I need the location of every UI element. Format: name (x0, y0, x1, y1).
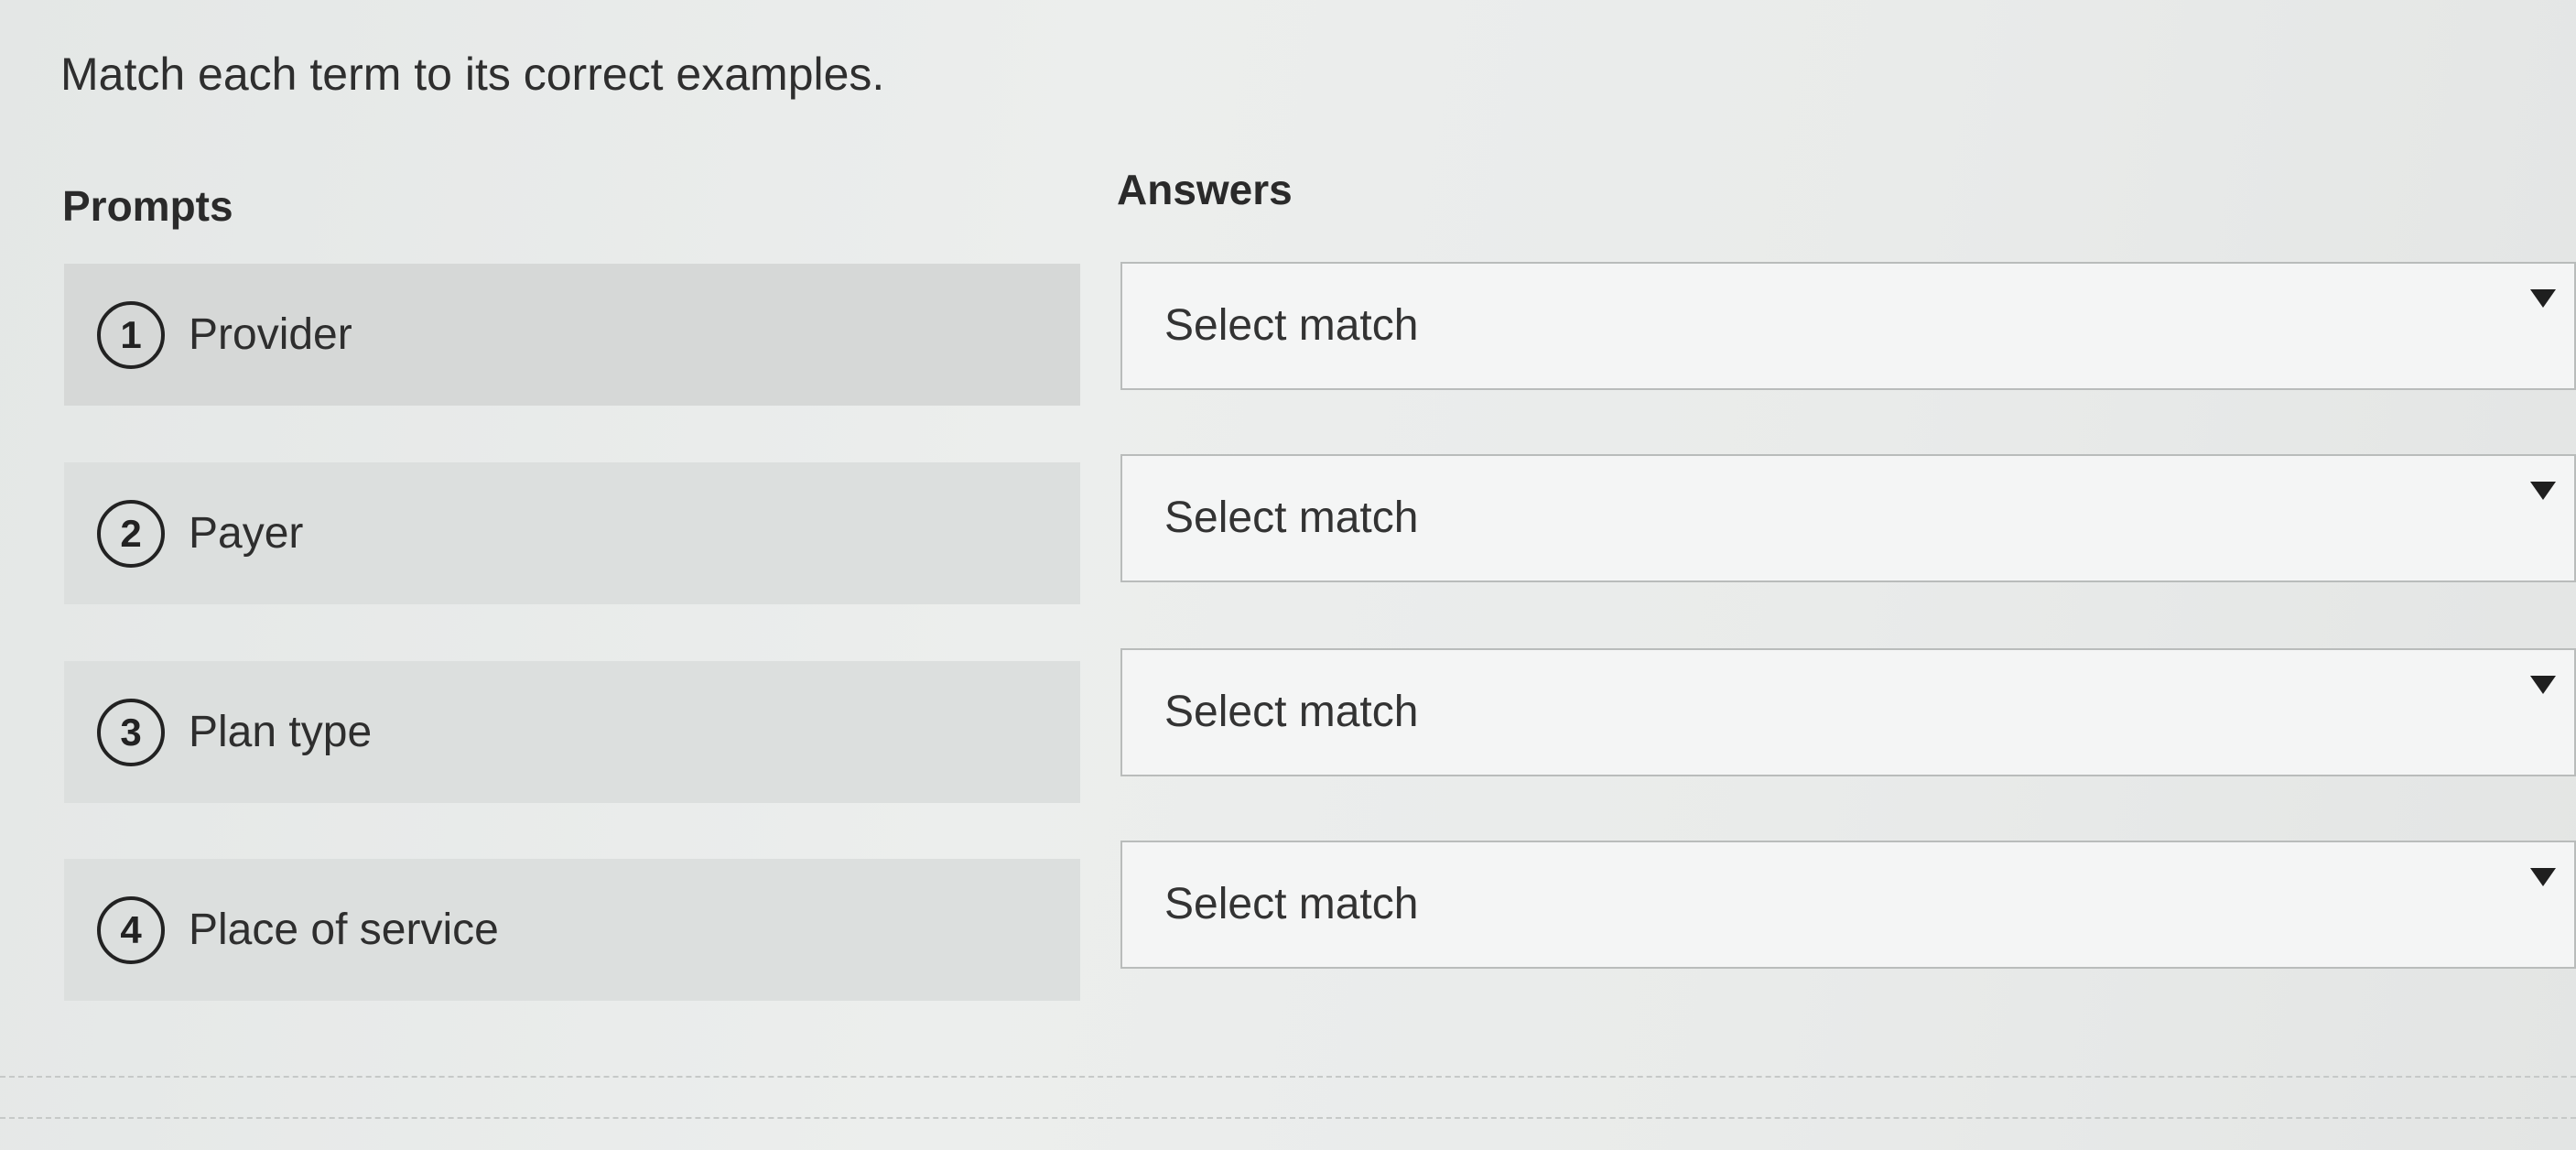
prompt-label: Plan type (189, 708, 373, 756)
caret-down-icon[interactable] (2530, 482, 2556, 500)
answers-heading: Answers (1117, 166, 1293, 213)
prompt-number-badge: 1 (97, 300, 165, 369)
answer-select-text: Select match (1164, 688, 1419, 736)
prompt-row-2: 2 Payer (64, 462, 1080, 604)
prompts-heading: Prompts (62, 182, 233, 230)
answer-select-3[interactable]: Select match (1120, 648, 2576, 776)
prompt-label: Provider (189, 310, 352, 359)
prompt-label: Payer (189, 509, 304, 558)
question-instruction: Match each term to its correct examples. (60, 49, 885, 100)
caret-down-icon[interactable] (2530, 868, 2556, 886)
prompt-label: Place of service (189, 906, 499, 954)
caret-down-icon[interactable] (2530, 289, 2556, 308)
answer-select-1[interactable]: Select match (1120, 262, 2576, 390)
prompt-number-badge: 4 (97, 895, 165, 964)
caret-down-icon[interactable] (2530, 676, 2556, 694)
answer-select-2[interactable]: Select match (1120, 454, 2576, 582)
answer-select-text: Select match (1164, 494, 1419, 542)
answer-select-text: Select match (1164, 880, 1419, 928)
prompt-row-4: 4 Place of service (64, 859, 1080, 1001)
prompt-row-1: 1 Provider (64, 264, 1080, 406)
prompt-number-badge: 3 (97, 698, 165, 766)
divider (0, 1076, 2576, 1078)
answer-select-text: Select match (1164, 301, 1419, 350)
divider (0, 1117, 2576, 1119)
prompt-row-3: 3 Plan type (64, 661, 1080, 803)
prompt-number-badge: 2 (97, 499, 165, 568)
answer-select-4[interactable]: Select match (1120, 841, 2576, 969)
